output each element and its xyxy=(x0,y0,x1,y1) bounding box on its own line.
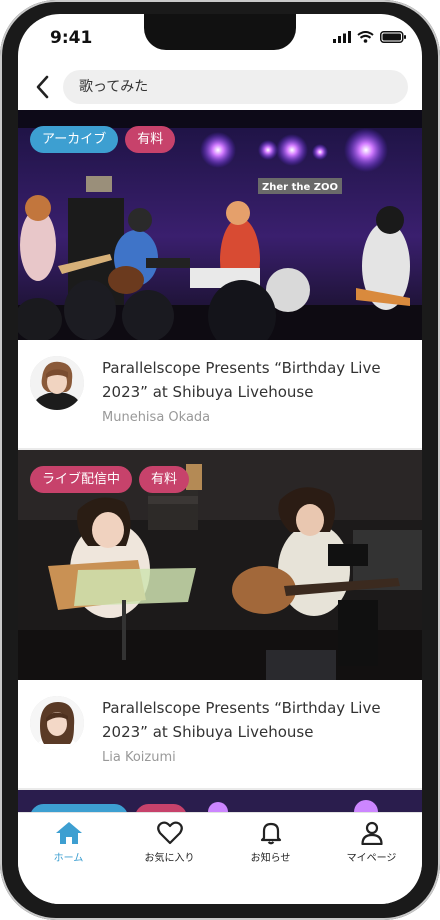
chevron-left-icon xyxy=(36,75,49,99)
search-input[interactable]: 歌ってみた xyxy=(63,70,408,104)
tab-favorites[interactable]: お気に入り xyxy=(119,813,220,872)
paid-badge xyxy=(135,804,187,812)
video-card[interactable] xyxy=(18,790,422,812)
home-indicator-area xyxy=(18,872,422,904)
artist-name[interactable]: Munehisa Okada xyxy=(102,410,210,425)
wifi-icon xyxy=(357,31,374,43)
tab-home-label: ホーム xyxy=(53,853,84,864)
badge-group: ライブ配信中 有料 xyxy=(30,466,190,493)
search-header: 歌ってみた xyxy=(18,66,422,110)
archive-badge: アーカイブ xyxy=(30,126,119,153)
video-info[interactable]: Parallelscope Presents “Birthday Live 20… xyxy=(18,680,422,788)
tab-notifications-label: お知らせ xyxy=(250,853,291,864)
artist-avatar[interactable] xyxy=(30,696,84,750)
bell-icon xyxy=(260,822,281,845)
back-button[interactable] xyxy=(30,72,54,102)
user-icon xyxy=(360,821,383,845)
archive-badge xyxy=(30,804,128,812)
tab-home[interactable]: ホーム xyxy=(18,813,119,872)
tab-mypage[interactable]: マイページ xyxy=(321,813,422,872)
heart-icon xyxy=(156,821,183,845)
video-thumbnail[interactable] xyxy=(18,790,422,812)
video-thumbnail[interactable]: Zher the ZOO アーカイブ 有料 xyxy=(18,110,422,340)
screen: 9:41 歌ってみた Zher the ZOO アーカイブ 有料 Paralle… xyxy=(18,14,422,904)
badge-group xyxy=(30,804,187,812)
tab-favorites-label: お気に入り xyxy=(144,853,195,864)
signal-icon xyxy=(333,31,351,43)
video-card[interactable]: ライブ配信中 有料 Parallelscope Presents “Birthd… xyxy=(18,450,422,788)
video-info[interactable]: Parallelscope Presents “Birthday Live 20… xyxy=(18,340,422,448)
artist-name[interactable]: Lia Koizumi xyxy=(102,750,176,765)
home-icon xyxy=(55,822,82,844)
status-icons xyxy=(333,31,406,43)
paid-badge: 有料 xyxy=(139,466,190,493)
artist-avatar[interactable] xyxy=(30,356,84,410)
tab-notifications[interactable]: お知らせ xyxy=(220,813,321,872)
video-feed[interactable]: Zher the ZOO アーカイブ 有料 Parallelscope Pres… xyxy=(18,110,422,812)
venue-sign: Zher the ZOO xyxy=(262,182,338,193)
battery-icon xyxy=(380,31,406,43)
video-thumbnail[interactable]: ライブ配信中 有料 xyxy=(18,450,422,680)
video-title[interactable]: Parallelscope Presents “Birthday Live 20… xyxy=(102,696,402,744)
paid-badge: 有料 xyxy=(125,126,176,153)
video-title[interactable]: Parallelscope Presents “Birthday Live 20… xyxy=(102,356,402,404)
phone-frame: 9:41 歌ってみた Zher the ZOO アーカイブ 有料 Paralle… xyxy=(0,0,440,920)
tab-bar: ホーム お気に入り お知らせ マイページ xyxy=(18,812,422,872)
badge-group: アーカイブ 有料 xyxy=(30,126,176,153)
status-time: 9:41 xyxy=(50,28,93,48)
tab-mypage-label: マイページ xyxy=(346,853,397,864)
live-badge: ライブ配信中 xyxy=(30,466,133,493)
notch xyxy=(144,14,296,50)
video-card[interactable]: Zher the ZOO アーカイブ 有料 Parallelscope Pres… xyxy=(18,110,422,448)
